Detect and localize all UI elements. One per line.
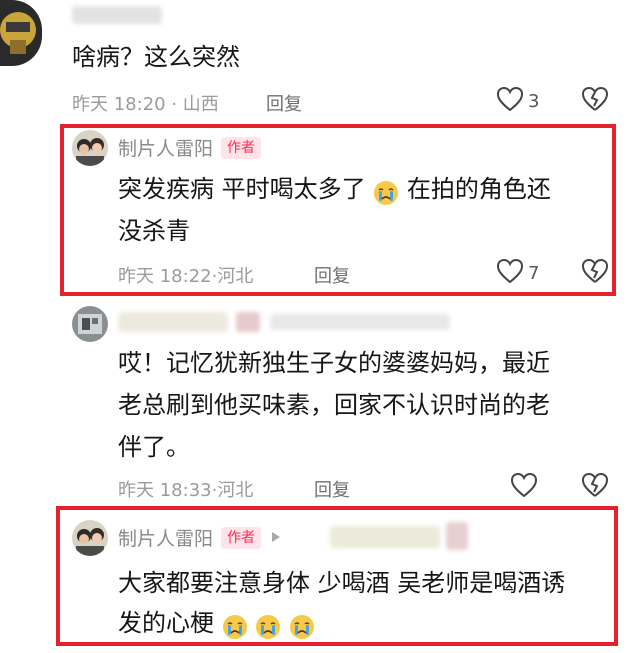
username-blurred [118, 312, 228, 332]
dislike-button[interactable] [581, 472, 609, 502]
comment-text: 发的心梗 [118, 602, 315, 644]
like-count: 3 [528, 90, 540, 112]
author-avatar[interactable] [72, 520, 108, 556]
broken-heart-icon [581, 86, 609, 116]
like-button[interactable] [510, 472, 538, 502]
heart-outline-icon [496, 258, 524, 288]
like-button[interactable]: 3 [496, 86, 539, 116]
username-blurred [446, 522, 468, 550]
crying-face-emoji [255, 611, 281, 639]
play-arrow-icon [271, 528, 281, 547]
comment-location: 河北 [217, 266, 254, 287]
commenter-avatar[interactable] [72, 306, 108, 342]
reply-button[interactable]: 回复 [314, 262, 350, 288]
comment-text-line1b: 在拍的角色还 [406, 175, 551, 203]
username-blurred [330, 526, 440, 548]
comment-text-line1: 突发疾病 平时喝太多了 [118, 175, 366, 203]
dislike-button[interactable] [581, 86, 609, 116]
reply-button[interactable]: 回复 [314, 476, 350, 502]
commenter-avatar[interactable] [0, 0, 42, 66]
heart-outline-icon [510, 472, 538, 502]
author-badge: 作者 [221, 136, 262, 159]
dislike-button[interactable] [581, 258, 609, 288]
like-count: 7 [528, 262, 540, 284]
comment-meta: 昨天 18:20 · 山西 [72, 94, 219, 115]
comment-text-line3: 伴了。 [118, 433, 190, 461]
crying-face-emoji [373, 177, 399, 205]
comment-time: 昨天 18:20 [72, 94, 166, 115]
comment-location: 山西 [182, 94, 219, 115]
comment-location: 河北 [217, 480, 254, 501]
broken-heart-icon [581, 258, 609, 288]
comment-time: 昨天 18:33 [118, 480, 212, 501]
comment-text: 突发疾病 平时喝太多了 在拍的角色还 [118, 168, 551, 210]
author-header: 制片人雷阳 作者 [118, 134, 262, 161]
comment-text-line1: 大家都要注意身体 少喝酒 吴老师是喝酒诱 [118, 569, 566, 597]
comment-text-line2: 老总刷到他买味素，回家不认识时尚的老 [118, 391, 550, 419]
reply-button[interactable]: 回复 [266, 90, 302, 116]
username-blurred [72, 6, 162, 24]
comment-time: 昨天 18:22 [118, 266, 212, 287]
comment-text-line2: 发的心梗 [118, 609, 214, 637]
heart-outline-icon [496, 86, 524, 116]
username-blurred [236, 312, 260, 332]
like-button[interactable]: 7 [496, 258, 539, 288]
author-header: 制片人雷阳 作者 [118, 524, 281, 551]
crying-face-emoji [289, 611, 315, 639]
comment-text: 啥病？这么突然 [72, 43, 240, 71]
author-badge: 作者 [221, 526, 262, 549]
comment-text-line2: 没杀青 [118, 217, 190, 245]
crying-face-emoji [222, 611, 248, 639]
author-avatar[interactable] [72, 130, 108, 166]
comment-text-line1: 哎！记忆犹新独生子女的婆婆妈妈，最近 [118, 349, 550, 377]
comment-meta: 昨天 18:33·河北 [118, 480, 254, 501]
author-name[interactable]: 制片人雷阳 [118, 134, 213, 161]
username-blurred [270, 314, 450, 330]
author-name[interactable]: 制片人雷阳 [118, 524, 213, 551]
comment-meta: 昨天 18:22·河北 [118, 266, 254, 287]
broken-heart-icon [581, 472, 609, 502]
